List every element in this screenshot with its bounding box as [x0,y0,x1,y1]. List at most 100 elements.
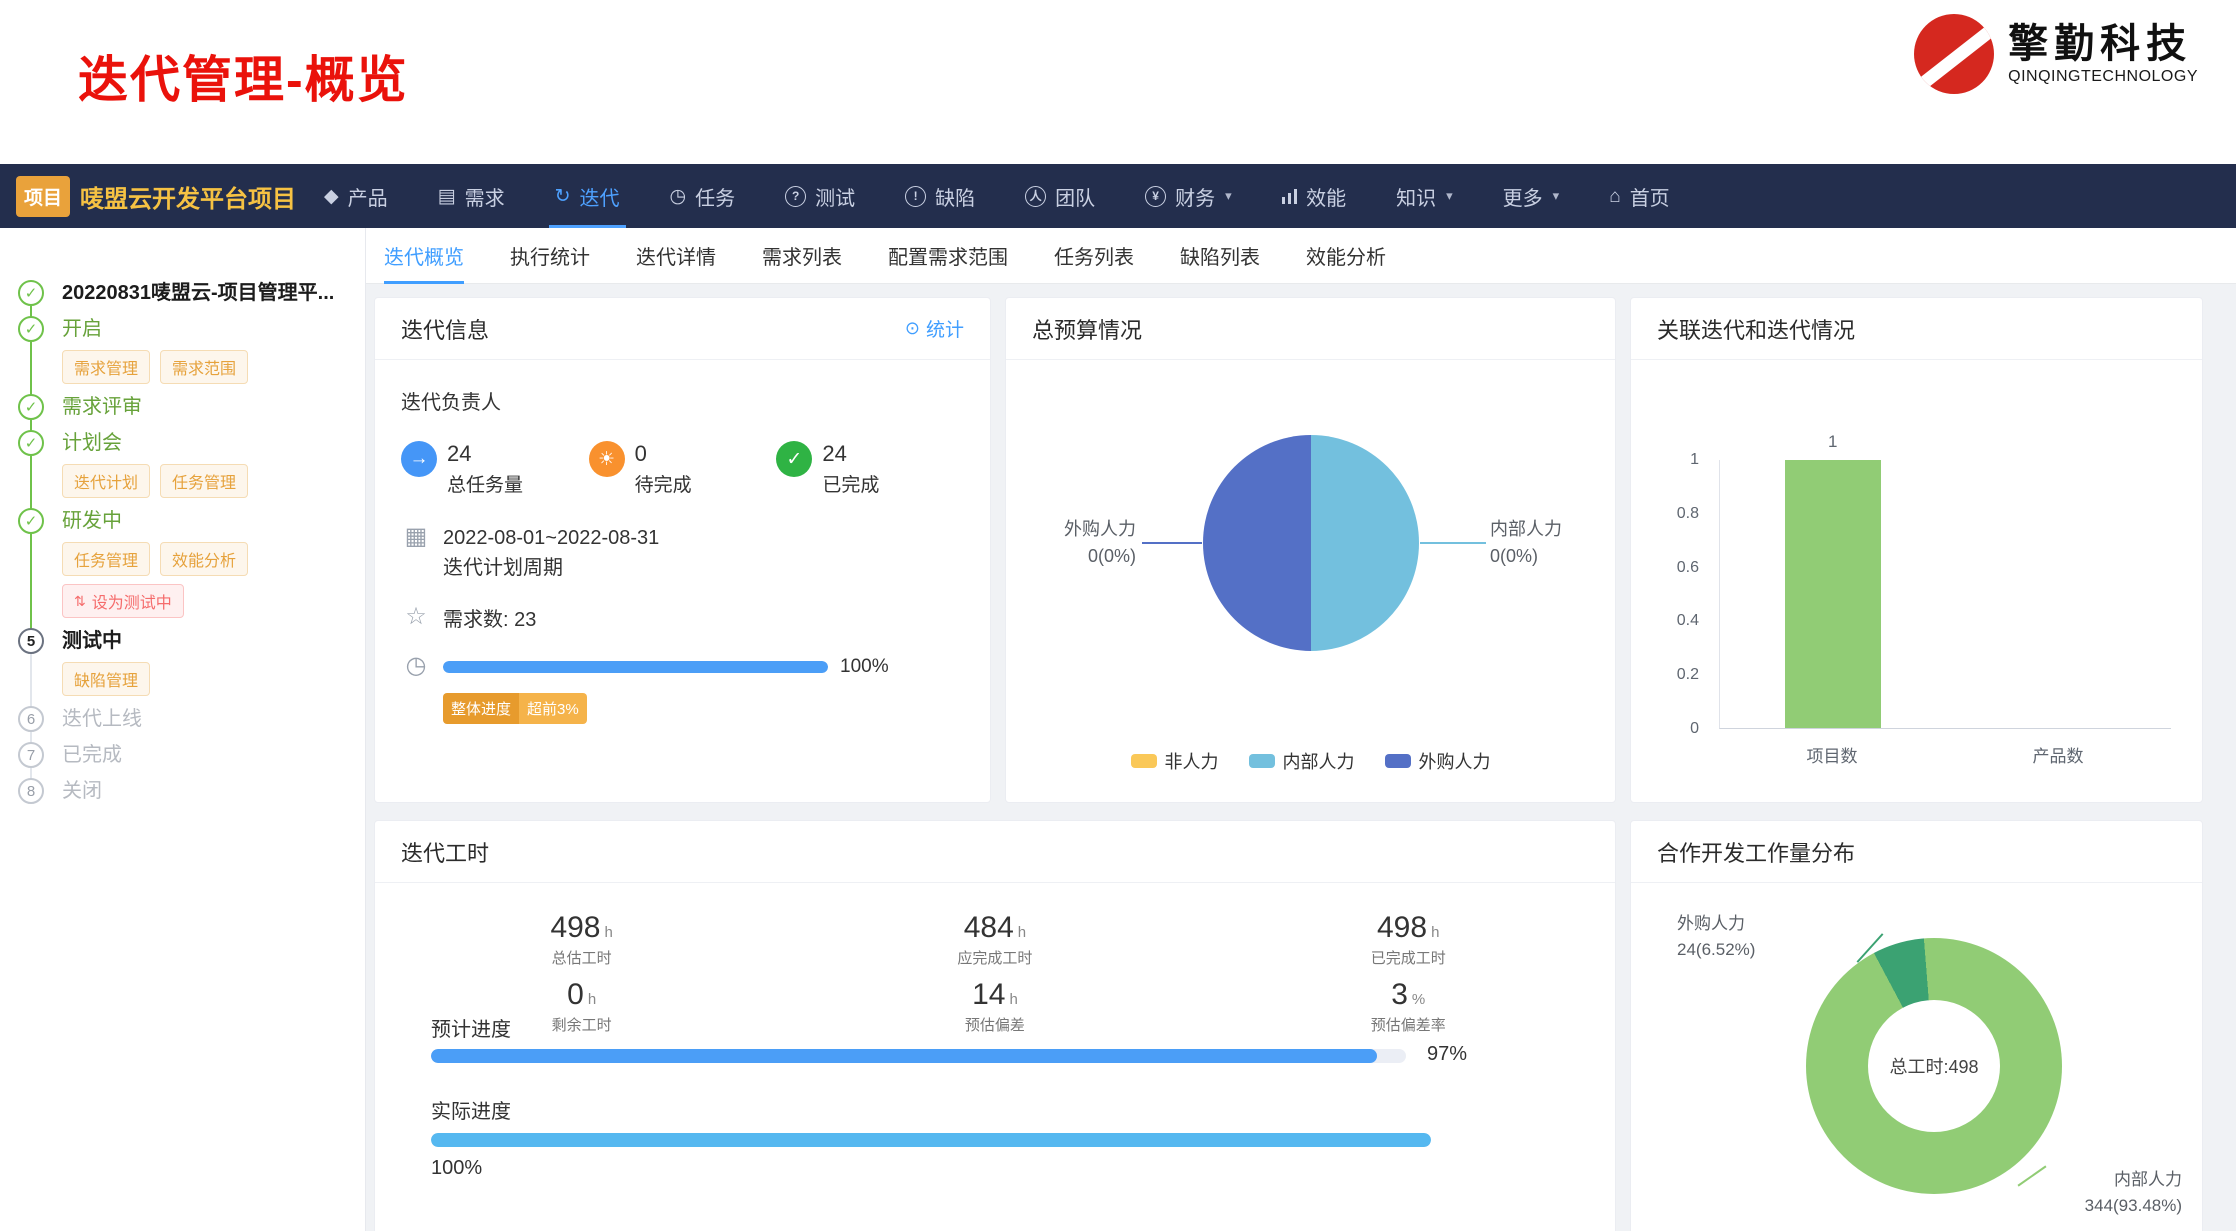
nav-item-知识[interactable]: 知识▾ [1394,164,1455,228]
x-tick-产品数: 产品数 [1945,742,2171,767]
nav-item-更多[interactable]: 更多 ▾ [1501,164,1562,228]
nav-item-缺陷[interactable]: !缺陷 [903,164,977,228]
nav-item-任务[interactable]: ◷ 任务 [668,164,738,228]
legend-swatch [1249,754,1275,768]
step-button-需求范围[interactable]: 需求范围 [160,350,248,384]
step-迭代上线: 6迭代上线 [18,706,353,732]
nav-item-迭代[interactable]: ↻ 迭代 [553,164,622,228]
work-hour-group: 498h已完成工时3%预估偏差率 [1202,911,1615,1045]
iteration-icon: ↻ [555,187,571,206]
sidebar-project-title: ✓20220831唛盟云-项目管理平... [18,280,353,306]
project-name[interactable]: 唛盟云开发平台项目 [80,179,296,214]
pie-label-outsourced: 外购人力 0(0%) [1020,516,1136,570]
tab-迭代详情[interactable]: 迭代详情 [636,228,716,283]
requirement-count-row: 需求数: 23 [401,603,964,632]
bar-slot-产品数 [1946,460,2172,728]
nav-item-label: 更多 [1503,182,1543,211]
nav-item-团队[interactable]: 人团队 [1023,164,1097,228]
logo-text: 擎勤科技 QINQINGTECHNOLOGY [2008,22,2198,86]
tab-迭代概览[interactable]: 迭代概览 [384,228,464,283]
plan-period-label: 迭代计划周期 [443,553,659,583]
step-button-效能分析[interactable]: 效能分析 [160,542,248,576]
team-icon: 人 [1025,186,1046,207]
company-name: 擎勤科技 [2008,22,2198,66]
step-number: 7 [18,742,44,768]
budget-pie-chart [1203,435,1419,651]
card-title: 关联迭代和迭代情况 [1657,313,1855,345]
expected-progress-bar [431,1049,1406,1063]
step-button-迭代计划[interactable]: 迭代计划 [62,464,150,498]
legend-item-外购人力: 外购人力 [1385,748,1491,774]
tab-需求列表[interactable]: 需求列表 [762,228,842,283]
legend-item-内部人力: 内部人力 [1249,748,1355,774]
step-button-缺陷管理[interactable]: 缺陷管理 [62,662,150,696]
chart-icon [905,318,920,340]
relation-chart: 10.80.60.40.20 1 项目数产品数 [1631,360,2202,804]
statistics-link[interactable]: 统计 [905,315,964,342]
set-testing-button[interactable]: ⇅设为测试中 [62,584,184,618]
actual-progress-label: 实际进度 [431,1095,511,1124]
nav-item-需求[interactable]: ▤需求 [436,164,507,228]
legend-label: 外购人力 [1419,748,1491,774]
bar-value-label: 1 [1785,432,1881,452]
nav-item-label: 迭代 [580,182,620,211]
step-number: 5 [18,628,44,654]
work-hour-value: 498h [375,911,788,945]
y-tick: 0.4 [1677,612,1699,630]
y-tick: 0.8 [1677,505,1699,523]
card-head: 迭代工时 [375,821,1615,883]
step-button-任务管理[interactable]: 任务管理 [160,464,248,498]
tab-执行统计[interactable]: 执行统计 [510,228,590,283]
tab-效能分析[interactable]: 效能分析 [1306,228,1386,283]
step-connector [30,456,32,510]
work-hour-value: 498h [1202,911,1615,945]
bar-slot-项目数: 1 [1720,460,1946,728]
info-stat-总任务量: →24总任务量 [401,441,589,497]
top-navbar: 项目 唛盟云开发平台项目 ◆产品▤需求↻迭代◷任务?测试!缺陷人团队¥财务▾效能… [0,164,2236,228]
work-hour-label: 预估偏差率 [1202,1014,1615,1035]
nav-item-效能[interactable]: 效能 [1280,164,1349,228]
progress-badge: 整体进度 超前3% [443,693,587,724]
nav-item-产品[interactable]: ◆产品 [322,164,390,228]
expected-progress-percent: 97% [1427,1043,1467,1066]
progress-badge-value: 超前3% [519,693,587,724]
nav-item-首页[interactable]: ⌂首页 [1607,164,1671,228]
home-icon: ⌂ [1609,187,1620,206]
work-hours-body: 498h总估工时0h剩余工时484h应完成工时14h预估偏差498h已完成工时3… [375,883,1615,1231]
expected-progress-fill [431,1049,1377,1063]
stat-label: 待完成 [635,470,692,497]
tab-配置需求范围[interactable]: 配置需求范围 [888,228,1008,283]
sidebar: ✓20220831唛盟云-项目管理平...✓开启需求管理需求范围✓需求评审✓计划… [0,228,366,1231]
step-label: 需求评审 [62,394,353,420]
chevron-down-icon: ▾ [1553,188,1560,204]
task-icon: ◷ [670,187,687,206]
pie-label-line [1142,542,1202,544]
card-work-hours: 迭代工时 498h总估工时0h剩余工时484h应完成工时14h预估偏差498h已… [374,820,1616,1231]
defect-icon: ! [905,186,926,207]
tab-bar: 迭代概览执行统计迭代详情需求列表配置需求范围任务列表缺陷列表效能分析 [366,228,2236,284]
card-budget: 总预算情况 外购人力 0(0%) 内部人力 0(0%) 非人力内部人力外购人力 [1005,297,1616,803]
tab-缺陷列表[interactable]: 缺陷列表 [1180,228,1260,283]
iteration-stepper: ✓20220831唛盟云-项目管理平...✓开启需求管理需求范围✓需求评审✓计划… [18,280,353,804]
info-stat-已完成: ✓24已完成 [776,441,964,497]
step-计划会: ✓计划会迭代计划任务管理 [18,430,353,498]
step-button-需求管理[interactable]: 需求管理 [62,350,150,384]
requirement-icon: ▤ [438,187,456,206]
budget-chart: 外购人力 0(0%) 内部人力 0(0%) 非人力内部人力外购人力 [1006,360,1615,804]
card-title: 迭代工时 [401,836,489,868]
card-head: 关联迭代和迭代情况 [1631,298,2202,360]
pie-label-line [1420,542,1486,544]
step-button-任务管理[interactable]: 任务管理 [62,542,150,576]
nav-item-财务[interactable]: ¥财务▾ [1143,164,1234,228]
work-hour-value: 14h [788,978,1201,1012]
logo-icon [1914,14,1994,94]
nav-item-label: 任务 [695,182,735,211]
plan-period-row: 2022-08-01~2022-08-31 迭代计划周期 [401,523,964,583]
stat-value: 0 [635,441,692,466]
nav-item-测试[interactable]: ?测试 [783,164,857,228]
step-label: 计划会 [62,430,353,456]
work-hour-value: 484h [788,911,1201,945]
tab-任务列表[interactable]: 任务列表 [1054,228,1134,283]
calendar-icon [401,523,431,552]
y-tick: 1 [1690,451,1699,469]
